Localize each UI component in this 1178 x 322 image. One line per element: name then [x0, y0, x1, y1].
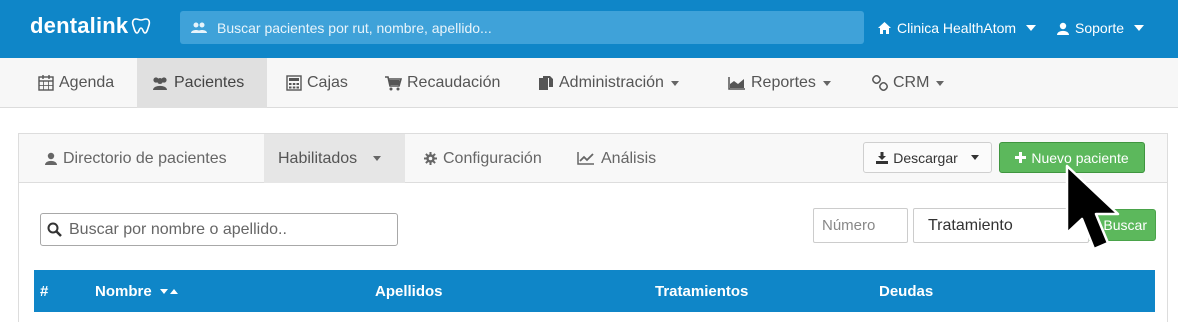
calendar-icon — [38, 75, 54, 91]
patients-panel: Directorio de pacientes Habilitados Conf… — [18, 133, 1168, 322]
logo[interactable]: dentalink — [30, 13, 151, 39]
chevron-down-icon — [936, 80, 945, 86]
chevron-down-icon — [970, 155, 979, 160]
nav-label: Cajas — [307, 74, 348, 91]
column-header-label: Tratamientos — [655, 282, 749, 300]
users-icon — [153, 77, 167, 90]
download-label: Descargar — [893, 149, 958, 166]
area-chart-icon — [728, 77, 745, 90]
patient-search-placeholder: Buscar pacientes por rut, nombre, apelli… — [217, 19, 492, 36]
link-icon — [872, 75, 888, 91]
tab-configuracion[interactable]: Configuración — [410, 134, 556, 183]
search-icon — [47, 222, 62, 237]
plus-icon — [1015, 152, 1027, 163]
user-dropdown[interactable]: Soporte — [1057, 20, 1145, 36]
nav-agenda[interactable]: Agenda — [24, 58, 128, 108]
sort-icon — [159, 288, 178, 294]
column-header-nombre[interactable]: Nombre — [95, 270, 178, 312]
user-icon — [1057, 22, 1069, 35]
clinic-dropdown[interactable]: Clinica HealthAtom — [878, 20, 1037, 36]
tooth-icon — [132, 18, 151, 34]
tab-analisis[interactable]: Análisis — [563, 134, 670, 183]
column-header-tratamientos[interactable]: Tratamientos — [655, 270, 748, 312]
nav-pacientes[interactable]: Pacientes — [137, 58, 267, 108]
clinic-name: Clinica HealthAtom — [897, 20, 1017, 36]
chevron-down-icon — [373, 156, 382, 161]
user-name: Soporte — [1075, 20, 1125, 36]
nav-label: CRM — [893, 74, 930, 91]
tab-label: Habilitados — [278, 149, 358, 167]
treatment-select[interactable]: Tratamiento — [913, 208, 1089, 243]
chevron-down-icon — [1134, 25, 1145, 31]
nav-label: Agenda — [59, 74, 115, 91]
column-header-deudas[interactable]: Deudas — [879, 270, 933, 312]
column-header-label: Apellidos — [375, 282, 443, 300]
calculator-icon — [286, 75, 302, 91]
column-header-label: Deudas — [879, 282, 934, 300]
mouse-cursor-icon — [1065, 164, 1120, 251]
column-header-number[interactable]: # — [40, 270, 48, 312]
top-bar: dentalink Buscar pacientes por rut, nomb… — [0, 0, 1178, 58]
chevron-down-icon — [1026, 25, 1037, 31]
nav-label: Reportes — [751, 74, 816, 91]
download-button[interactable]: Descargar — [863, 142, 992, 173]
name-search-input[interactable]: Buscar por nombre o apellido.. — [40, 213, 398, 246]
line-chart-icon — [577, 152, 594, 165]
nav-label: Pacientes — [174, 74, 245, 91]
tab-label: Análisis — [601, 149, 657, 167]
nav-recaudacion[interactable]: Recaudación — [371, 58, 514, 108]
column-header-apellidos[interactable]: Apellidos — [375, 270, 443, 312]
nav-crm[interactable]: CRM — [858, 58, 958, 108]
number-placeholder: Número — [822, 217, 876, 234]
documents-icon — [539, 76, 553, 90]
chevron-down-icon — [670, 80, 679, 86]
patient-search-input[interactable]: Buscar pacientes por rut, nombre, apelli… — [180, 11, 864, 44]
main-nav: Agenda Pacientes Cajas Recaudación Admin… — [0, 58, 1178, 108]
column-header-label: # — [40, 282, 49, 300]
tab-label: Configuración — [443, 149, 542, 167]
chevron-down-icon — [822, 80, 831, 86]
table-header: # Nombre Apellidos Tratamientos Deudas — [34, 270, 1155, 312]
number-input[interactable]: Número — [813, 208, 908, 243]
users-icon — [191, 22, 207, 33]
treatment-selected: Tratamiento — [928, 216, 1013, 234]
logo-text: dentalink — [30, 13, 129, 38]
column-header-label: Nombre — [95, 282, 152, 300]
sub-nav: Directorio de pacientes Habilitados Conf… — [19, 134, 1167, 183]
tab-directorio[interactable]: Directorio de pacientes — [31, 134, 241, 183]
nav-reportes[interactable]: Reportes — [714, 58, 845, 108]
user-icon — [45, 152, 57, 165]
nav-administracion[interactable]: Administración — [524, 58, 693, 108]
nav-label: Administración — [559, 74, 664, 91]
nav-label: Recaudación — [407, 74, 501, 91]
download-icon — [876, 151, 889, 164]
gear-icon — [424, 152, 437, 165]
tab-label: Directorio de pacientes — [63, 149, 227, 167]
cart-icon — [385, 75, 402, 90]
tab-habilitados[interactable]: Habilitados — [264, 134, 405, 183]
nav-cajas[interactable]: Cajas — [272, 58, 362, 108]
name-search-placeholder: Buscar por nombre o apellido.. — [69, 220, 287, 238]
home-icon — [878, 22, 891, 34]
